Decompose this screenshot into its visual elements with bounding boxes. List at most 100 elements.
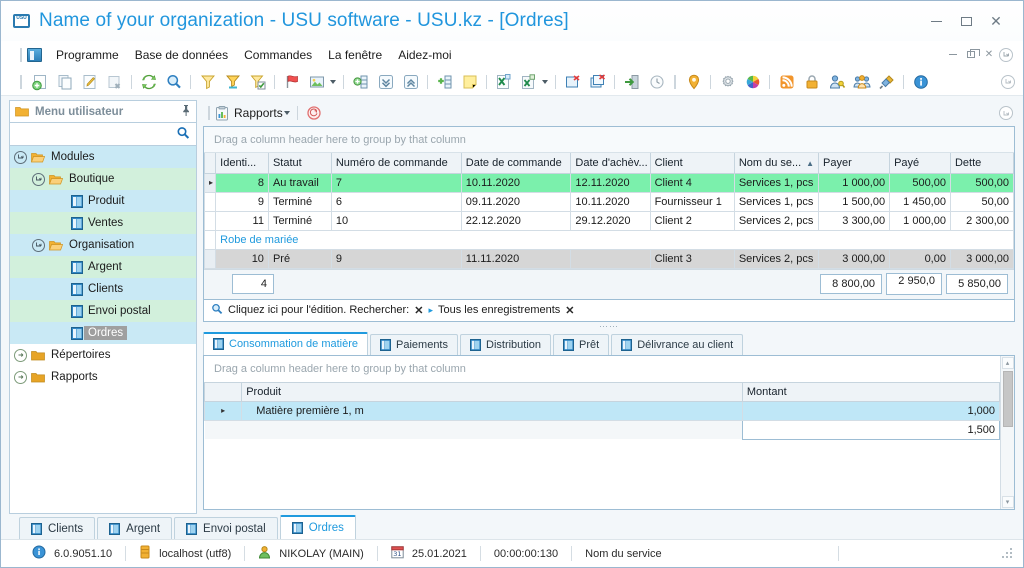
collapse-all-icon[interactable] [400, 71, 421, 92]
menu-item-la-fenetre[interactable]: La fenêtre [320, 45, 390, 65]
expander-icon[interactable] [32, 238, 45, 252]
table-row[interactable]: 10 Pré 9 11.11.2020 Client 3 Services 2,… [203, 248, 1015, 269]
tab-consommation-de-matiere[interactable]: Consommation de matière [203, 331, 369, 355]
sidebar-item-clients[interactable]: Clients [10, 278, 196, 300]
flag-icon[interactable] [281, 71, 302, 92]
sidebar-item-envoi-postal[interactable]: Envoi postal [10, 300, 196, 322]
sidebar-item-argent[interactable]: Argent [10, 256, 196, 278]
detail-vertical-scrollbar[interactable]: ▴ ▾ [1000, 355, 1014, 509]
note-icon[interactable] [459, 71, 480, 92]
column-header-nom-du-service[interactable]: Nom du se... ▲ [733, 153, 820, 174]
copy-record-icon[interactable] [54, 71, 75, 92]
columns-icon[interactable] [350, 71, 371, 92]
sidebar-search[interactable] [9, 122, 197, 146]
filter-dropdown-icon[interactable]: ▸ [428, 305, 433, 316]
sidebar-item-produit[interactable]: Produit [10, 190, 196, 212]
delete-record-icon[interactable] [104, 71, 125, 92]
window-close-icon[interactable] [562, 71, 583, 92]
search-icon[interactable] [163, 71, 184, 92]
column-header-statut[interactable]: Statut [267, 153, 332, 174]
color-wheel-icon[interactable] [742, 71, 763, 92]
resize-grip-icon[interactable] [1002, 547, 1014, 560]
column-header-client[interactable]: Client [649, 153, 735, 174]
excel-export-icon[interactable] [493, 71, 514, 92]
excel-dropdown-caret[interactable] [542, 79, 548, 84]
add-record-icon[interactable] [29, 71, 50, 92]
column-header-numero-de-commande[interactable]: Numéro de commande [330, 153, 462, 174]
collapse-ribbon-icon-2[interactable] [999, 106, 1013, 120]
lock-icon[interactable] [801, 71, 822, 92]
window-close-button[interactable]: ✕ [981, 9, 1011, 33]
group-panel[interactable]: Drag a column header here to group by th… [204, 127, 1014, 153]
mdi-minimize-button[interactable] [945, 47, 961, 63]
bottom-tab-argent[interactable]: Argent [97, 517, 173, 539]
sidebar-item-organisation[interactable]: Organisation [10, 234, 196, 256]
image-icon[interactable] [306, 71, 327, 92]
users-group-icon[interactable] [851, 71, 872, 92]
scroll-down-button[interactable]: ▾ [1001, 496, 1014, 508]
filter-label[interactable]: Tous les enregistrements [438, 304, 560, 316]
filter-check-icon[interactable] [247, 71, 268, 92]
mdi-close-button[interactable]: ✕ [981, 47, 997, 63]
excel-export-2-icon[interactable] [518, 71, 539, 92]
refresh-icon[interactable] [138, 71, 159, 92]
column-header-paye[interactable]: Payé [889, 153, 951, 174]
clear-search-button[interactable]: ✕ [414, 304, 423, 317]
table-row[interactable]: ▸ 8 Au travail 7 10.11.2020 12.11.2020 C… [203, 172, 1015, 193]
expander-icon[interactable] [14, 370, 27, 384]
column-header-montant[interactable]: Montant [741, 381, 1001, 402]
plug-icon[interactable] [876, 71, 897, 92]
tab-distribution[interactable]: Distribution [460, 333, 552, 355]
scroll-thumb[interactable] [1002, 370, 1013, 427]
menu-item-base-de-donnees[interactable]: Base de données [127, 45, 236, 65]
reset-filter-icon[interactable] [304, 103, 325, 124]
mdi-restore-button[interactable] [963, 47, 980, 63]
table-group-row[interactable]: Robe de mariée [203, 229, 1014, 250]
column-header-payer[interactable]: Payer [818, 153, 891, 174]
reports-button-label[interactable]: Rapports [234, 106, 283, 120]
search-icon[interactable] [211, 303, 223, 318]
column-header-dette[interactable]: Dette [949, 153, 1015, 174]
map-pin-icon[interactable] [683, 71, 704, 92]
table-row[interactable]: ▸ Matière première 1, m 1,000 [203, 400, 1001, 421]
bottom-tab-clients[interactable]: Clients [19, 517, 96, 539]
tab-delivrance-au-client[interactable]: Délivrance au client [611, 333, 744, 355]
horizontal-splitter[interactable]: ⋯⋯ [203, 321, 1015, 331]
menu-item-programme[interactable]: Programme [48, 45, 127, 65]
user-key-icon[interactable] [826, 71, 847, 92]
collapse-ribbon-icon[interactable] [1001, 74, 1015, 89]
settings-gear-icon[interactable] [717, 71, 738, 92]
clear-filter-button[interactable]: ✕ [565, 304, 574, 317]
sidebar-item-ordres[interactable]: Ordres [10, 322, 196, 344]
clock-icon[interactable] [646, 71, 667, 92]
sidebar-item-rapports[interactable]: Rapports [10, 366, 196, 388]
scroll-up-button[interactable]: ▴ [1001, 356, 1014, 369]
bottom-tab-ordres[interactable]: Ordres [279, 515, 356, 539]
tab-paiements[interactable]: Paiements [370, 333, 458, 355]
table-row[interactable]: 11 Terminé 10 22.12.2020 29.12.2020 Clie… [203, 210, 1015, 231]
window-maximize-button[interactable] [951, 9, 981, 33]
filter-icon[interactable] [197, 71, 218, 92]
sidebar-item-repertoires[interactable]: Répertoires [10, 344, 196, 366]
window-minimize-button[interactable] [921, 9, 951, 33]
expander-icon[interactable] [14, 150, 27, 164]
sidebar-item-boutique[interactable]: Boutique [10, 168, 196, 190]
sidebar-item-ventes[interactable]: Ventes [10, 212, 196, 234]
reports-dropdown-caret[interactable] [283, 111, 290, 115]
image-dropdown-caret[interactable] [330, 79, 336, 84]
menu-item-commandes[interactable]: Commandes [236, 45, 320, 65]
table-row[interactable]: 9 Terminé 6 09.11.2020 10.11.2020 Fourni… [203, 191, 1015, 212]
info-icon[interactable] [910, 71, 931, 92]
column-header-identifiant[interactable]: Identi... [215, 153, 269, 174]
exit-icon[interactable] [621, 71, 642, 92]
rss-icon[interactable] [776, 71, 797, 92]
detail-group-panel[interactable]: Drag a column header here to group by th… [204, 355, 1000, 382]
edit-hint-label[interactable]: Cliquez ici pour l'édition. Rechercher: [228, 304, 409, 316]
expander-icon[interactable] [32, 172, 45, 186]
expander-icon[interactable] [14, 348, 27, 362]
windows-close-all-icon[interactable] [587, 71, 608, 92]
sidebar-item-modules[interactable]: Modules [10, 146, 196, 168]
column-header-date-achevement[interactable]: Date d'achèv... [570, 153, 651, 174]
edit-record-icon[interactable] [79, 71, 100, 92]
bottom-tab-envoi-postal[interactable]: Envoi postal [174, 517, 278, 539]
